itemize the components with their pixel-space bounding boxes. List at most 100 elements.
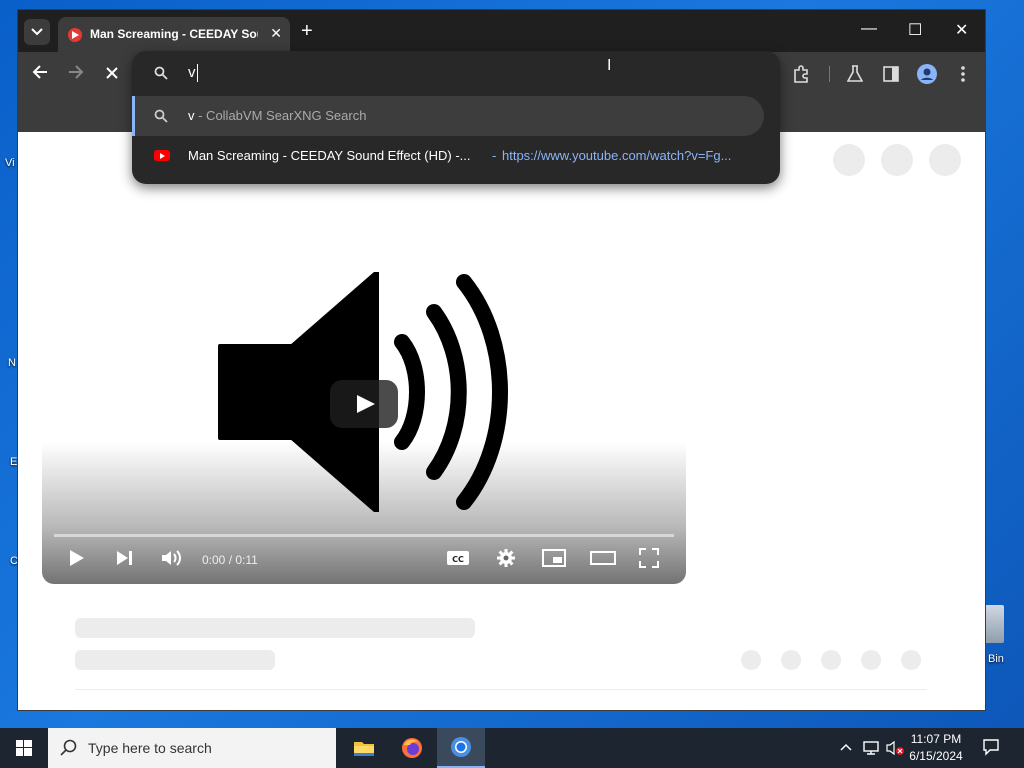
fullscreen-button[interactable] — [639, 548, 659, 573]
firefox-icon — [402, 738, 422, 758]
chevron-up-icon — [840, 743, 852, 751]
volume-button[interactable] — [886, 740, 906, 759]
title-bar: Man Screaming - CEEDAY Sound Effect (HD)… — [18, 10, 985, 52]
search-icon — [60, 739, 77, 756]
search-icon — [154, 66, 168, 80]
search-icon — [154, 109, 168, 123]
more-vertical-icon — [961, 66, 965, 82]
firefox-button[interactable] — [388, 728, 436, 768]
stop-button[interactable] — [105, 64, 119, 85]
address-input[interactable]: v — [188, 64, 196, 81]
file-explorer-button[interactable] — [340, 728, 388, 768]
recycle-bin-icon[interactable] — [982, 605, 1004, 643]
miniplayer-button[interactable] — [542, 548, 566, 573]
desktop-icon-label[interactable]: E — [10, 456, 17, 468]
skip-next-icon — [117, 551, 132, 565]
arrow-right-icon — [69, 65, 84, 79]
placeholder-dot — [861, 650, 881, 670]
taskbar-search[interactable]: Type here to search — [48, 728, 336, 768]
minimize-button[interactable]: — — [861, 20, 877, 38]
recycle-bin-label[interactable]: Bin — [988, 653, 1004, 665]
desktop-icon-label[interactable]: Vi — [5, 157, 15, 169]
suggestion-separator: - — [492, 148, 497, 163]
chrome-icon — [451, 737, 471, 757]
extensions-button[interactable] — [790, 63, 812, 85]
menu-button[interactable] — [952, 63, 974, 85]
suggestion-history[interactable]: Man Screaming - CEEDAY Sound Effect (HD)… — [132, 136, 780, 176]
play-icon — [70, 550, 84, 566]
system-clock[interactable]: 11:07 PM 6/15/2024 — [906, 731, 966, 765]
suggestion-search-text: v - CollabVM SearXNG Search — [188, 108, 366, 123]
placeholder-dot — [821, 650, 841, 670]
title-placeholder — [75, 618, 475, 638]
miniplayer-icon — [542, 549, 566, 567]
play-button[interactable] — [66, 548, 86, 573]
video-player[interactable]: 0:00 / 0:11 CC — [42, 222, 686, 584]
maximize-button[interactable]: ☐ — [908, 20, 922, 40]
tab-active[interactable]: Man Screaming - CEEDAY Sound Effect (HD)… — [58, 17, 290, 52]
placeholder-circle — [833, 144, 865, 176]
back-button[interactable] — [32, 64, 48, 85]
play-large-button[interactable] — [330, 380, 398, 428]
clock-date: 6/15/2024 — [909, 749, 963, 763]
placeholder-circle — [929, 144, 961, 176]
time-display: 0:00 / 0:11 — [202, 553, 258, 567]
volume-muted-icon — [886, 740, 904, 756]
taskbar: Type here to search 11:07 PM 6/15/2024 — [0, 728, 1024, 768]
youtube-favicon-icon — [68, 28, 82, 42]
windows-logo-icon — [16, 740, 32, 756]
show-hidden-icons-button[interactable] — [840, 740, 852, 754]
desktop-icon-label[interactable]: N — [8, 357, 16, 369]
gear-icon — [497, 549, 515, 567]
close-button[interactable]: ✕ — [955, 20, 968, 40]
omnibox-dropdown: v v - CollabVM SearXNG Search Man Scream… — [132, 51, 780, 184]
notifications-button[interactable] — [982, 738, 1000, 759]
captions-button[interactable]: CC — [446, 548, 470, 573]
suggestion-suffix: - CollabVM SearXNG Search — [194, 108, 367, 123]
placeholder-dot — [901, 650, 921, 670]
network-icon — [863, 741, 879, 755]
taskbar-search-placeholder: Type here to search — [88, 740, 212, 756]
fullscreen-icon — [639, 548, 659, 568]
placeholder-circle — [881, 144, 913, 176]
settings-button[interactable] — [496, 548, 516, 573]
tab-title: Man Screaming - CEEDAY Sound Effect (HD) — [90, 27, 258, 41]
labs-button[interactable] — [844, 63, 866, 85]
new-tab-button[interactable]: + — [301, 20, 313, 43]
suggestion-title: Man Screaming - CEEDAY Sound Effect (HD)… — [188, 148, 471, 163]
forward-button[interactable] — [68, 64, 84, 85]
chrome-button[interactable] — [437, 728, 485, 768]
volume-icon — [162, 550, 181, 566]
channel-placeholder — [75, 650, 275, 670]
youtube-icon — [154, 150, 170, 161]
avatar-icon — [917, 64, 937, 84]
placeholder-dot — [781, 650, 801, 670]
mute-button[interactable] — [160, 548, 182, 573]
toolbar-divider — [818, 63, 840, 85]
clock-time: 11:07 PM — [910, 732, 962, 746]
notification-icon — [983, 739, 999, 756]
suggestion-url: https://www.youtube.com/watch?v=Fg... — [502, 148, 732, 163]
flask-icon — [847, 65, 863, 82]
progress-bar[interactable] — [54, 534, 674, 537]
start-button[interactable] — [0, 728, 48, 768]
placeholder-dot — [741, 650, 761, 670]
chevron-down-icon — [31, 28, 43, 36]
ibeam-cursor-icon: I — [607, 57, 612, 74]
tab-close-icon[interactable]: ✕ — [270, 25, 282, 42]
tab-search-button[interactable] — [24, 19, 50, 45]
arrow-left-icon — [32, 65, 47, 79]
side-panel-button[interactable] — [880, 63, 902, 85]
network-button[interactable] — [862, 740, 880, 759]
next-button[interactable] — [114, 548, 134, 573]
address-bar[interactable]: v — [132, 51, 780, 96]
side-panel-icon — [883, 66, 899, 82]
stop-x-icon — [106, 67, 118, 79]
page-content: 0:00 / 0:11 CC — [18, 132, 985, 710]
cc-icon: CC — [447, 551, 469, 565]
desktop-icon-label[interactable]: C — [10, 555, 18, 567]
profile-button[interactable] — [916, 63, 938, 85]
suggestion-search[interactable]: v - CollabVM SearXNG Search — [132, 96, 764, 136]
puzzle-icon — [794, 65, 808, 83]
theater-button[interactable] — [590, 548, 616, 573]
